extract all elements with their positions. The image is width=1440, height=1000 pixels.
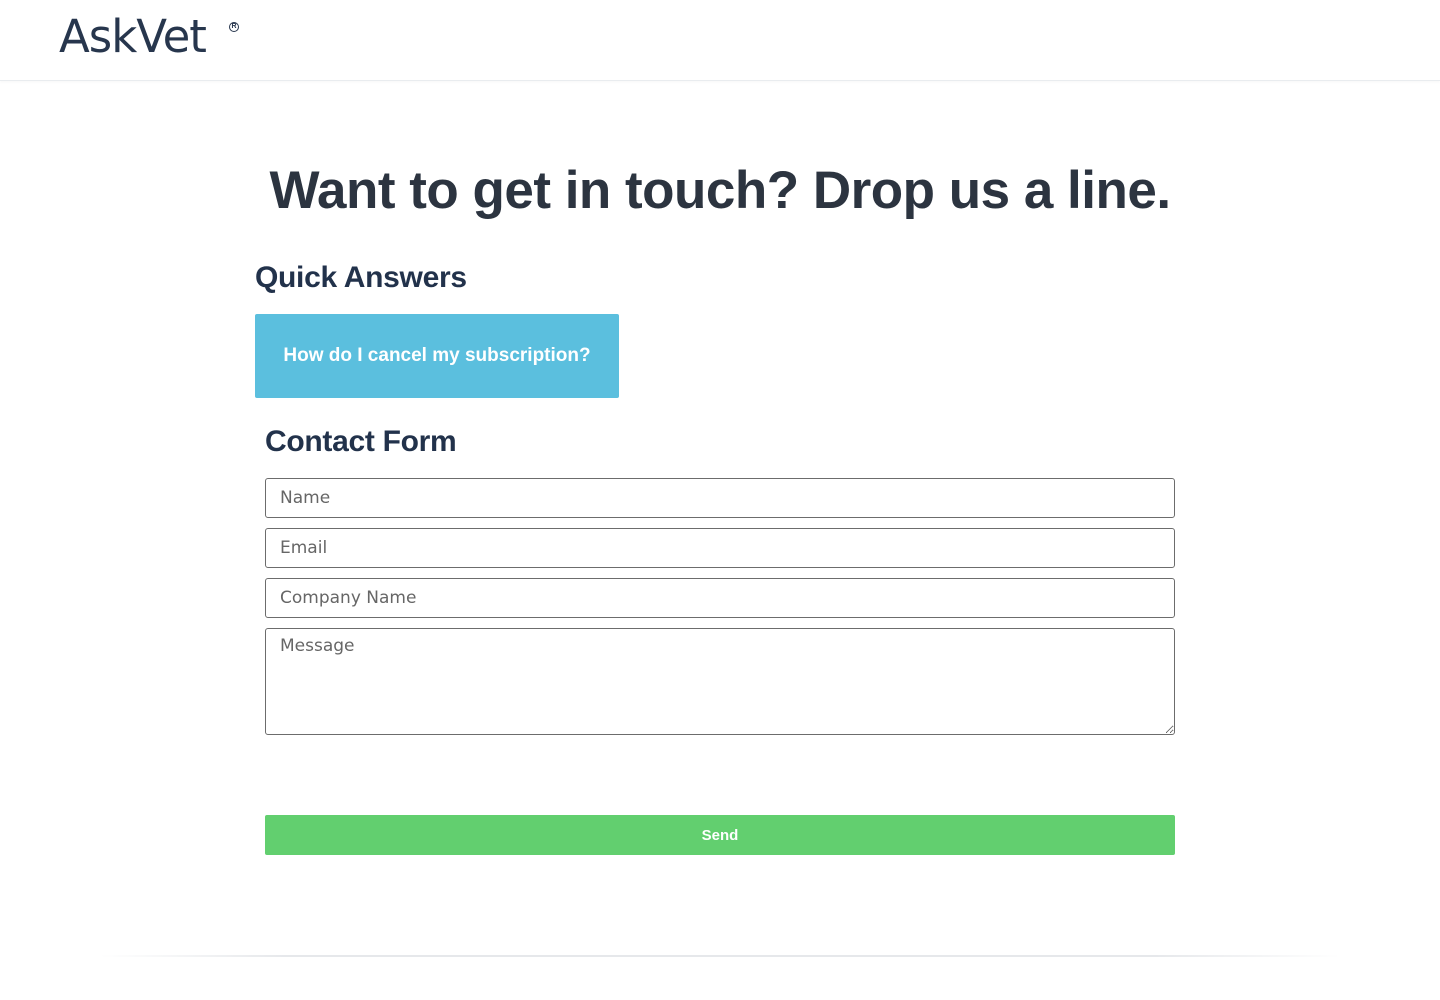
site-header: AskVet R xyxy=(0,0,1440,81)
quick-answer-cancel-subscription-button[interactable]: How do I cancel my subscription? xyxy=(255,314,619,398)
message-textarea[interactable] xyxy=(265,628,1175,735)
email-input[interactable] xyxy=(265,528,1175,568)
page-title: Want to get in touch? Drop us a line. xyxy=(269,161,1171,220)
contact-form-title: Contact Form xyxy=(265,425,457,458)
quick-answers-title: Quick Answers xyxy=(255,261,467,294)
name-input[interactable] xyxy=(265,478,1175,518)
company-name-input[interactable] xyxy=(265,578,1175,618)
registered-mark-icon: R xyxy=(229,22,239,32)
footer-divider xyxy=(100,955,1340,957)
logo-text: AskVet xyxy=(59,10,207,63)
send-button[interactable]: Send xyxy=(265,815,1175,855)
